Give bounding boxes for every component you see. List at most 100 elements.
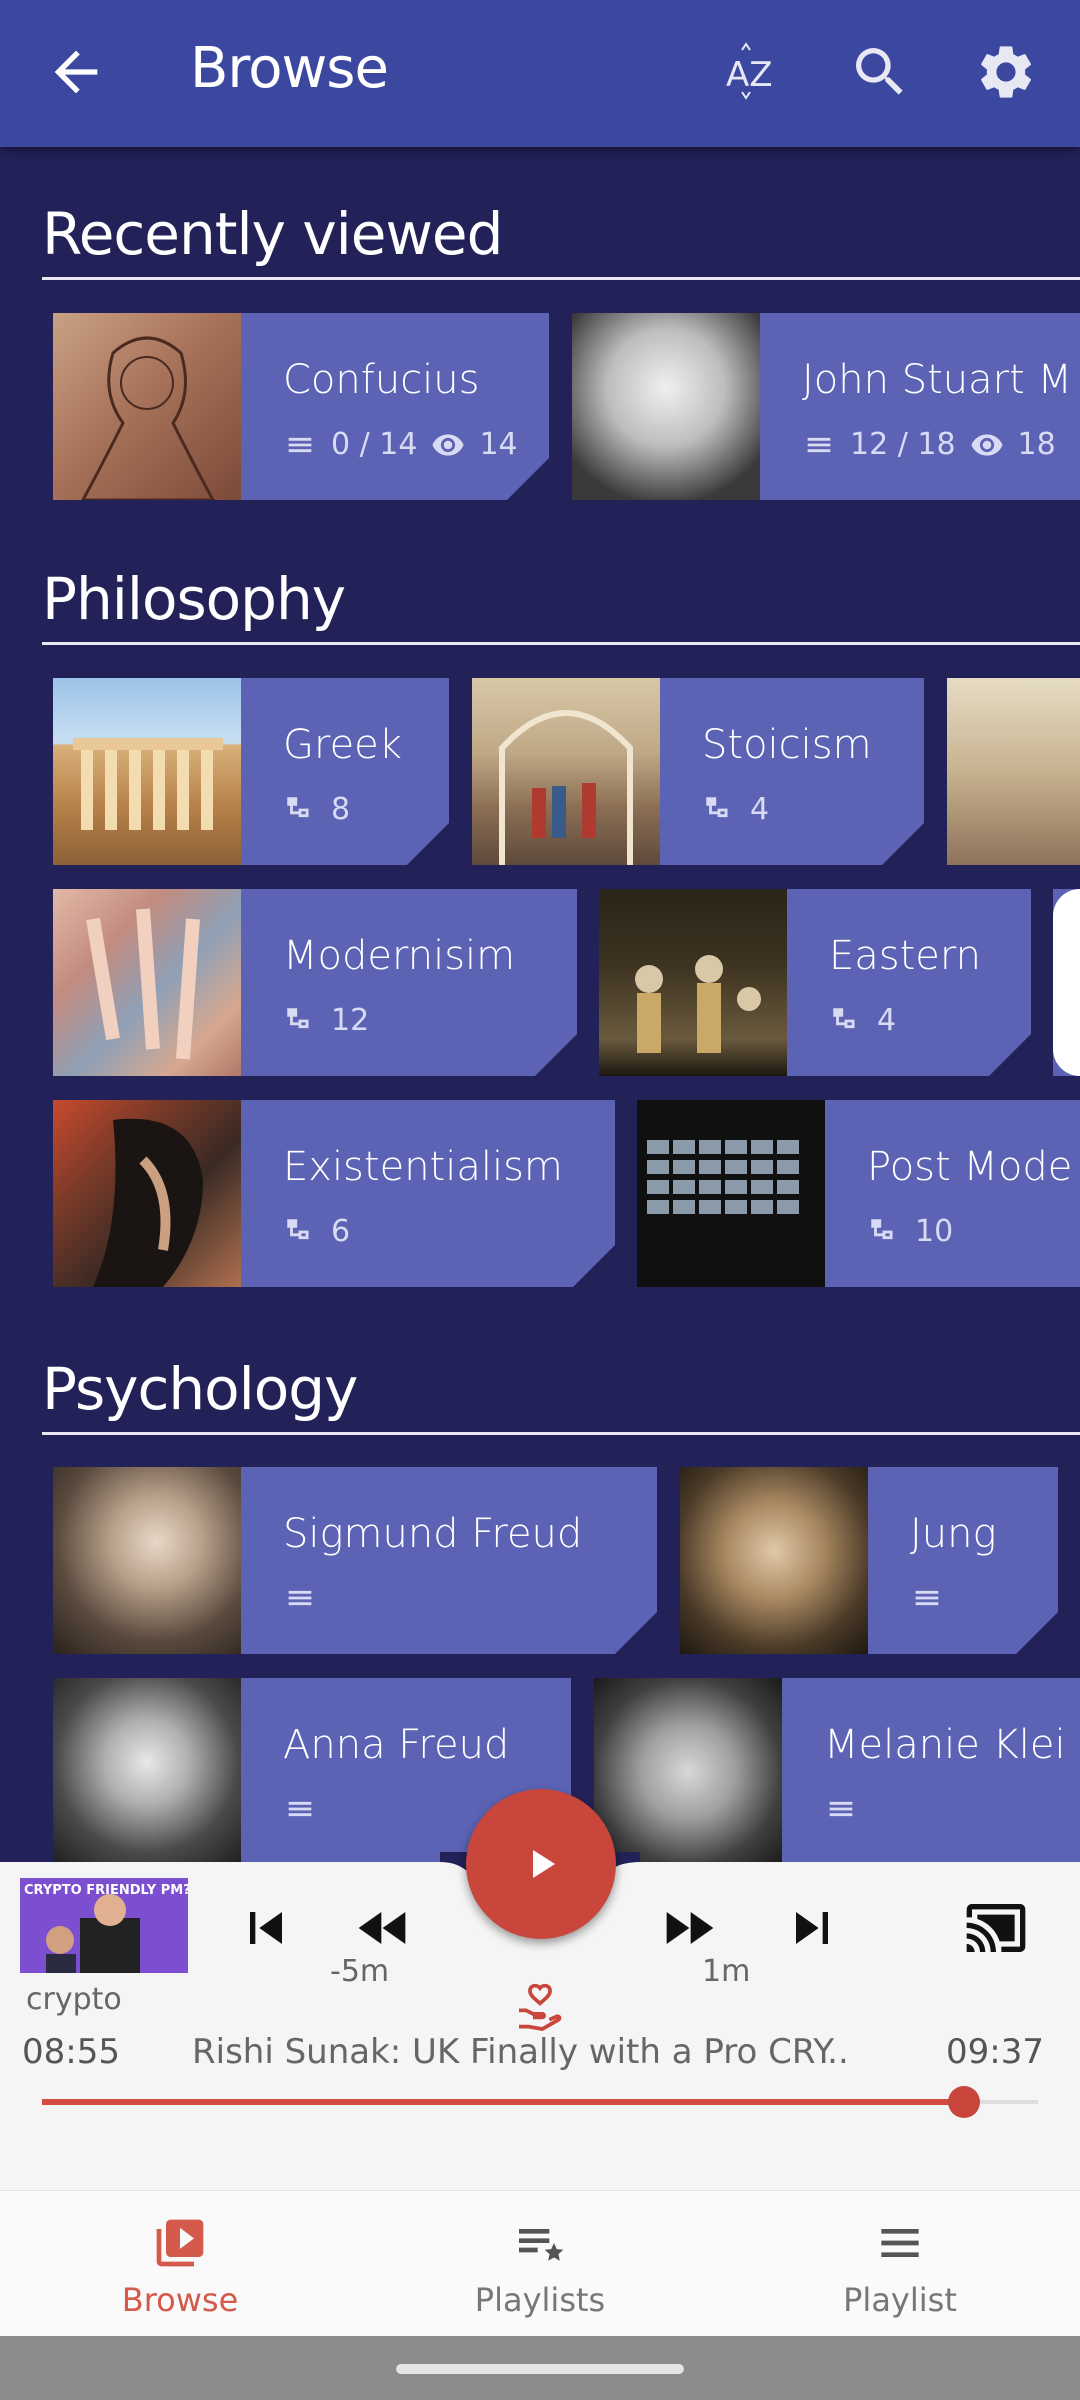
- john-stuart-mill-thumbnail: [572, 313, 760, 500]
- home-gesture-handle[interactable]: [396, 2364, 684, 2374]
- page-title: Browse: [190, 36, 389, 101]
- back-arrow-icon[interactable]: [44, 40, 108, 104]
- anna-freud-thumbnail: [53, 1678, 241, 1865]
- episode-progress: 0 / 14: [331, 427, 418, 462]
- card-modernisim[interactable]: Modernisim 12: [53, 889, 577, 1076]
- card-sigmund-freud[interactable]: Sigmund Freud: [53, 1467, 657, 1654]
- rewind-amount: -5m: [330, 1954, 390, 1989]
- total-duration: 09:37: [946, 2032, 1044, 2072]
- card-title: Melanie Klei: [824, 1722, 1066, 1768]
- nav-playlist[interactable]: Playlist: [720, 2191, 1080, 2337]
- card-post-modernism[interactable]: Post Mode 10: [637, 1100, 1080, 1287]
- eye-icon: [431, 428, 465, 462]
- card-title: Modernisim: [283, 933, 516, 979]
- svg-text:AZ: AZ: [726, 55, 773, 95]
- card-existentialism[interactable]: Existentialism 6: [53, 1100, 615, 1287]
- card-title: Stoicism: [702, 722, 872, 768]
- system-gesture-bar: [0, 2336, 1080, 2400]
- settings-gear-icon[interactable]: [974, 40, 1038, 104]
- nav-browse[interactable]: Browse: [0, 2191, 360, 2337]
- jung-thumbnail: [680, 1467, 868, 1654]
- card-meta: [910, 1581, 944, 1615]
- track-title: Rishi Sunak: UK Finally with a Pro CRY..: [192, 2032, 849, 2072]
- card-stoicism[interactable]: Stoicism 4: [472, 678, 924, 865]
- card-meta: [283, 1792, 317, 1826]
- card-title: Existentialism: [283, 1144, 563, 1190]
- playlist-icon: [872, 2215, 928, 2271]
- elapsed-time: 08:55: [22, 2032, 120, 2072]
- subcategory-count: 4: [877, 1003, 897, 1038]
- card-title: Anna Freud: [283, 1722, 510, 1768]
- section-divider: [42, 642, 1080, 645]
- skip-previous-icon[interactable]: [234, 1896, 298, 1960]
- card-jung[interactable]: Jung: [680, 1467, 1058, 1654]
- category-tree-icon: [283, 1004, 317, 1038]
- card-partial-offscreen[interactable]: [1053, 889, 1080, 1076]
- school-of-athens-thumbnail: [947, 678, 1080, 865]
- card-meta: [824, 1792, 858, 1826]
- list-icon: [807, 437, 831, 452]
- cast-icon[interactable]: [964, 1896, 1028, 1960]
- card-partial-offscreen[interactable]: [947, 678, 1080, 865]
- category-tree-icon: [283, 793, 317, 827]
- card-meta: 4: [829, 1003, 896, 1038]
- list-icon: [283, 1792, 317, 1826]
- list-icon: [283, 1581, 317, 1615]
- partial-thumbnail: [1053, 889, 1080, 1076]
- play-button[interactable]: [466, 1789, 616, 1939]
- list-icon: [910, 1581, 944, 1615]
- view-count: 18: [1017, 427, 1056, 462]
- card-meta: 0 / 14 14: [283, 427, 518, 462]
- list-icon: [829, 1801, 853, 1817]
- card-john-stuart-mill[interactable]: John Stuart M 12 / 18 18: [572, 313, 1080, 500]
- confucius-thumbnail: [53, 313, 241, 500]
- card-title: Sigmund Freud: [283, 1511, 583, 1557]
- card-meta: 10: [867, 1214, 953, 1249]
- fast-forward-icon[interactable]: [656, 1896, 720, 1960]
- card-melanie-klein[interactable]: Melanie Klei: [594, 1678, 1080, 1865]
- category-tree-icon: [283, 1215, 317, 1249]
- subcategory-count: 12: [331, 1003, 370, 1038]
- rewind-icon[interactable]: [352, 1896, 416, 1960]
- sort-az-icon[interactable]: AZ: [720, 40, 784, 104]
- card-title: Confucius: [283, 357, 480, 403]
- section-title-philosophy: Philosophy: [42, 565, 346, 633]
- bottom-navigation: Browse Playlists Playlist: [0, 2190, 1080, 2337]
- subcategory-count: 10: [915, 1214, 954, 1249]
- section-title-recently-viewed: Recently viewed: [42, 200, 503, 268]
- svg-text:CRYPTO FRIENDLY PM?!: CRYPTO FRIENDLY PM?!: [24, 1883, 188, 1898]
- card-meta: 12: [283, 1003, 369, 1038]
- card-meta: 6: [283, 1214, 350, 1249]
- subcategory-count: 6: [331, 1214, 351, 1249]
- section-divider: [42, 1432, 1080, 1435]
- nav-playlists[interactable]: Playlists: [360, 2191, 720, 2337]
- episode-thumbnail[interactable]: CRYPTO FRIENDLY PM?!: [20, 1878, 188, 1973]
- eye-icon: [970, 433, 1003, 456]
- app-bar: Browse AZ: [0, 0, 1080, 147]
- browse-icon: [152, 2215, 208, 2271]
- seek-bar-thumb[interactable]: [948, 2086, 980, 2118]
- search-icon[interactable]: [848, 40, 912, 104]
- support-donate-icon[interactable]: [512, 1980, 568, 2036]
- card-title: Eastern: [829, 933, 982, 979]
- modernisim-thumbnail: [53, 889, 241, 1076]
- card-eastern[interactable]: Eastern 4: [599, 889, 1031, 1076]
- post-modernism-thumbnail: [637, 1100, 825, 1287]
- nav-label: Playlists: [474, 2281, 606, 2319]
- card-confucius[interactable]: Confucius 0 / 14 14: [53, 313, 549, 500]
- view-count: 14: [479, 427, 518, 462]
- eastern-thumbnail: [599, 889, 787, 1076]
- category-tree-icon: [829, 1004, 863, 1038]
- card-title: Greek: [283, 722, 402, 768]
- subcategory-count: 4: [750, 792, 770, 827]
- nav-label: Browse: [121, 2281, 239, 2319]
- skip-next-icon[interactable]: [780, 1896, 844, 1960]
- section-divider: [42, 277, 1080, 280]
- card-greek[interactable]: Greek 8: [53, 678, 449, 865]
- existentialism-thumbnail: [53, 1100, 241, 1287]
- card-title: Jung: [910, 1511, 997, 1557]
- channel-label: crypto: [26, 1982, 122, 2017]
- melanie-klein-thumbnail: [594, 1678, 782, 1865]
- card-title: John Stuart M: [802, 357, 1072, 403]
- nav-label: Playlist: [843, 2281, 957, 2319]
